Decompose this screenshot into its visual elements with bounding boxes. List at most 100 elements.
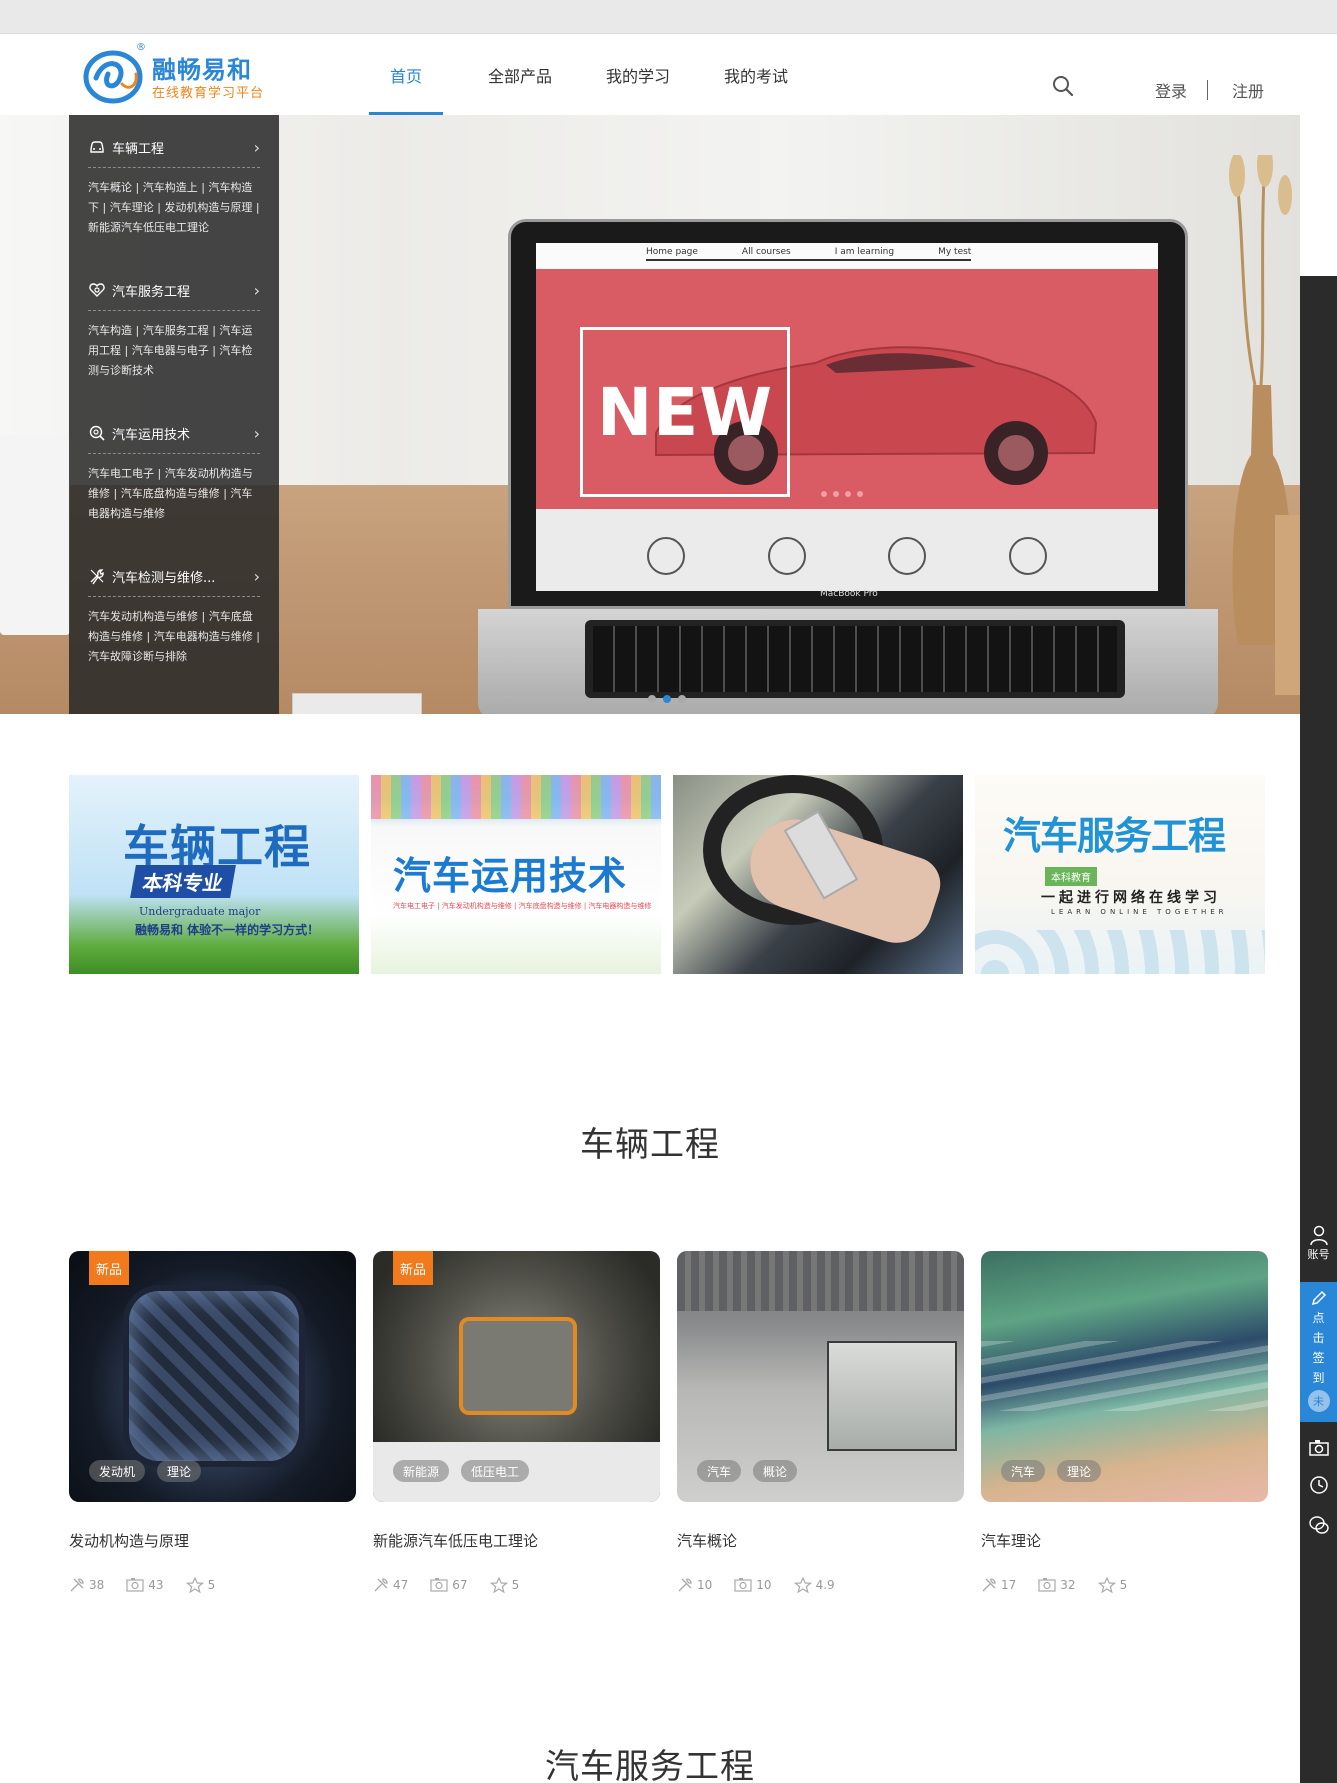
nav-my-learning[interactable]: 我的学习 (601, 34, 675, 115)
category-title-text: 汽车运用技术 (112, 427, 191, 443)
chevron-right-icon: › (253, 423, 260, 443)
screen-footer (536, 509, 1158, 591)
share-icon (1008, 537, 1047, 575)
auth-links: 登录 注册 (1155, 78, 1264, 102)
course-tag: 新能源 (393, 1460, 450, 1482)
search-button[interactable] (1050, 74, 1078, 102)
course-thumbnail[interactable]: 新品 发动机 理论 (69, 1251, 356, 1502)
tools-icon (678, 1578, 692, 1592)
chevron-right-icon: › (253, 137, 260, 157)
nav-home[interactable]: 首页 (369, 34, 443, 115)
star-icon (185, 1577, 204, 1593)
sign-in-char: 击 (1312, 1331, 1325, 1345)
star-icon (489, 1577, 508, 1593)
laptop-screen: Home page All courses I am learning My t… (536, 243, 1158, 591)
category-title-vehicle[interactable]: 车辆工程 › (88, 135, 260, 159)
heart-service-icon (89, 283, 105, 297)
promo-english: LEARN ONLINE TOGETHER (1051, 908, 1228, 916)
course-name[interactable]: 发动机构造与原理 (69, 1530, 356, 1551)
new-badge: 新品 (393, 1251, 433, 1285)
tools-icon (70, 1578, 84, 1592)
promo-vehicle-engineering[interactable]: 车辆工程 本科专业 Undergraduate major 融畅易和 体验不一样… (69, 775, 359, 974)
sign-in-button[interactable]: 点 击 签 到 未 (1300, 1282, 1337, 1422)
course-thumbnail[interactable]: 新品 新能源 低压电工 (373, 1251, 660, 1502)
banner-pagination (648, 695, 686, 703)
camera-icon (126, 1578, 144, 1592)
promo-slogan: 一起进行网络在线学习 (1041, 890, 1221, 906)
logo-name: 融畅易和 (152, 56, 252, 84)
wrench-icon (767, 537, 806, 575)
promo-english: Undergraduate major (139, 905, 261, 918)
course-card[interactable]: 汽车 概论 汽车概论 10 10 4.9 (677, 1251, 964, 1593)
screen-dots (821, 491, 863, 497)
category-group: 汽车运用技术 › 汽车电工电子 | 汽车发动机构造与维修 | 汽车底盘构造与维修… (88, 401, 260, 544)
promo-service-engineering[interactable]: 汽车服务工程 本科教育 一起进行网络在线学习 LEARN ONLINE TOGE… (975, 775, 1265, 974)
new-headline: NEW (596, 373, 774, 451)
screen-nav: Home page All courses I am learning My t… (646, 247, 972, 261)
promo-subtitle: 汽车电工电子 | 汽车发动机构造与维修 | 汽车底盘构造与维修 | 汽车电器构造… (393, 902, 652, 910)
category-title-application[interactable]: 汽车运用技术 › (88, 421, 260, 445)
course-card[interactable]: 新品 新能源 低压电工 新能源汽车低压电工理论 47 67 5 (373, 1251, 660, 1593)
category-group: 汽车服务工程 › 汽车构造 | 汽车服务工程 | 汽车运用工程 | 汽车电器与电… (88, 258, 260, 401)
course-name[interactable]: 新能源汽车低压电工理论 (373, 1530, 660, 1551)
gear-search-icon (89, 425, 105, 441)
course-stats: 17 32 5 (981, 1577, 1268, 1593)
account-button[interactable]: 账号 (1300, 1224, 1337, 1262)
course-stats: 10 10 4.9 (677, 1577, 964, 1593)
category-desc[interactable]: 汽车概论 | 汽车构造上 | 汽车构造下 | 汽车理论 | 发动机构造与原理 |… (88, 178, 260, 238)
category-desc[interactable]: 汽车电工电子 | 汽车发动机构造与维修 | 汽车底盘构造与维修 | 汽车电器构造… (88, 464, 260, 524)
camera-icon (1308, 1440, 1329, 1456)
nav-my-exams[interactable]: 我的考试 (719, 34, 793, 115)
course-name[interactable]: 汽车理论 (981, 1530, 1268, 1551)
laptop-brand: MacBook Pro (820, 589, 878, 599)
section-title-service: 汽车服务工程 (545, 1747, 755, 1783)
browser-top-strip (0, 0, 1337, 34)
star-icon (1097, 1577, 1116, 1593)
history-button[interactable] (1300, 1474, 1337, 1496)
section-title-vehicle: 车辆工程 (580, 1125, 720, 1165)
site-logo[interactable]: ® 融畅易和 在线教育学习平台 (82, 42, 272, 106)
banner-dot-active[interactable] (663, 695, 671, 703)
course-card[interactable]: 新品 发动机 理论 发动机构造与原理 38 43 5 (69, 1251, 356, 1593)
course-thumbnail[interactable]: 汽车 概论 (677, 1251, 964, 1502)
screen-icons (536, 537, 1158, 575)
category-desc[interactable]: 汽车发动机构造与维修 | 汽车底盘构造与维修 | 汽车电器构造与维修 | 汽车故… (88, 607, 260, 667)
new-badge: 新品 (89, 1251, 129, 1285)
promo-automotive-application[interactable]: 汽车运用技术 汽车电工电子 | 汽车发动机构造与维修 | 汽车底盘构造与维修 |… (371, 775, 661, 974)
camera-button[interactable] (1300, 1438, 1337, 1458)
course-tag: 汽车 (697, 1460, 742, 1482)
course-tag: 汽车 (1001, 1460, 1046, 1482)
promo-driving-photo[interactable] (673, 775, 963, 974)
clouds-decoration (975, 930, 1265, 974)
rating-stat: 5 (185, 1577, 215, 1593)
category-desc[interactable]: 汽车构造 | 汽车服务工程 | 汽车运用工程 | 汽车电器与电子 | 汽车检测与… (88, 321, 260, 381)
banner-dot[interactable] (648, 695, 656, 703)
chevron-right-icon: › (253, 566, 260, 586)
monitor-icon (888, 537, 927, 575)
category-group: 车辆工程 › 汽车概论 | 汽车构造上 | 汽车构造下 | 汽车理论 | 发动机… (88, 115, 260, 258)
category-title-inspection[interactable]: 汽车检测与维修... › (88, 564, 260, 588)
wechat-button[interactable] (1300, 1514, 1337, 1536)
pencil-bars-decoration (371, 775, 661, 819)
rating-stat: 5 (489, 1577, 519, 1593)
category-title-service[interactable]: 汽车服务工程 › (88, 278, 260, 302)
course-name[interactable]: 汽车概论 (677, 1530, 964, 1551)
course-stats: 47 67 5 (373, 1577, 660, 1593)
banner-dot[interactable] (678, 695, 686, 703)
course-tags: 汽车 概论 (697, 1460, 798, 1482)
category-title-text: 汽车服务工程 (112, 284, 191, 300)
camera-icon (1038, 1578, 1056, 1592)
course-thumbnail[interactable]: 汽车 理论 (981, 1251, 1268, 1502)
category-menu: 车辆工程 › 汽车概论 | 汽车构造上 | 汽车构造下 | 汽车理论 | 发动机… (69, 115, 279, 714)
register-link[interactable]: 注册 (1232, 78, 1264, 102)
sign-in-char: 点 (1312, 1311, 1325, 1325)
reviews-stat: 43 (126, 1577, 164, 1593)
promo-title: 汽车运用技术 (393, 854, 628, 898)
category-divider (88, 167, 260, 168)
login-link[interactable]: 登录 (1155, 78, 1187, 102)
course-tag: 低压电工 (461, 1460, 530, 1482)
course-card[interactable]: 汽车 理论 汽车理论 17 32 5 (981, 1251, 1268, 1593)
nav-all-products[interactable]: 全部产品 (483, 34, 557, 115)
course-list: 新品 发动机 理论 发动机构造与原理 38 43 5 新品 新能源 低压电工 新… (69, 1251, 1268, 1593)
user-icon (1309, 1225, 1328, 1246)
